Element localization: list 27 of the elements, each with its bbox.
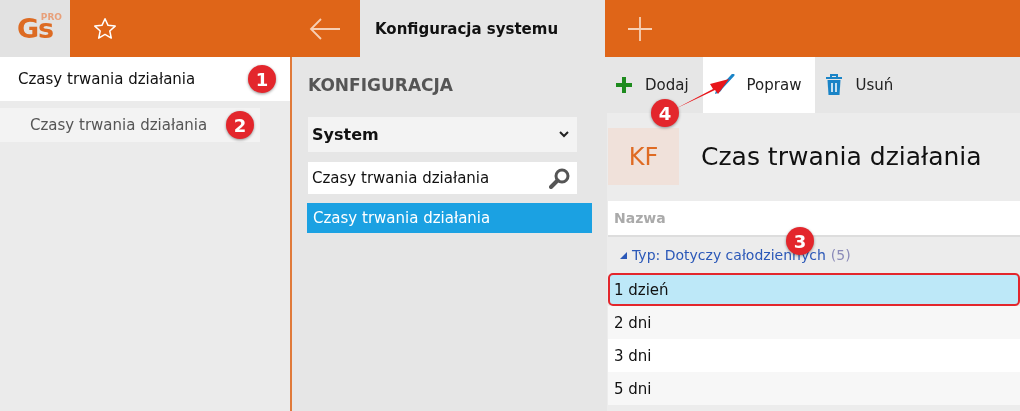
initials-tile: KF (608, 128, 679, 185)
history-item[interactable]: Czasy trwania działania 2 (0, 108, 260, 142)
callout-number: 2 (226, 111, 254, 139)
group-count: (5) (830, 247, 851, 263)
trash-icon (825, 74, 844, 96)
table-row[interactable]: 1 dzień (608, 273, 1020, 306)
category-dropdown[interactable]: System (308, 117, 577, 152)
search-field[interactable]: Czasy trwania działania (308, 162, 577, 194)
page-title: Czas trwania działania (701, 142, 982, 171)
callout-number: 1 (248, 65, 276, 93)
table-row[interactable]: 2 dni (608, 306, 1020, 339)
tab[interactable]: Konfiguracja systemu (360, 0, 605, 57)
search-icon (549, 167, 571, 189)
section-title: KONFIGURACJA (308, 75, 454, 97)
table-row[interactable]: 3 dni (608, 339, 1020, 372)
chevron-down-icon (559, 131, 569, 138)
table-row[interactable]: 5 dni (608, 372, 1020, 405)
delete-button[interactable]: Usuń (815, 57, 908, 113)
plus-icon (615, 76, 633, 94)
back-arrow-icon (309, 17, 341, 40)
collapse-triangle-icon[interactable] (620, 251, 627, 259)
callout-number: 4 (651, 99, 679, 127)
star-icon[interactable] (92, 15, 118, 42)
add-tab-icon[interactable] (627, 15, 653, 42)
edit-button[interactable]: Popraw (702, 57, 816, 113)
history-item[interactable]: Czasy trwania działania 1 (0, 57, 290, 101)
logo: GsPRO (0, 0, 70, 57)
